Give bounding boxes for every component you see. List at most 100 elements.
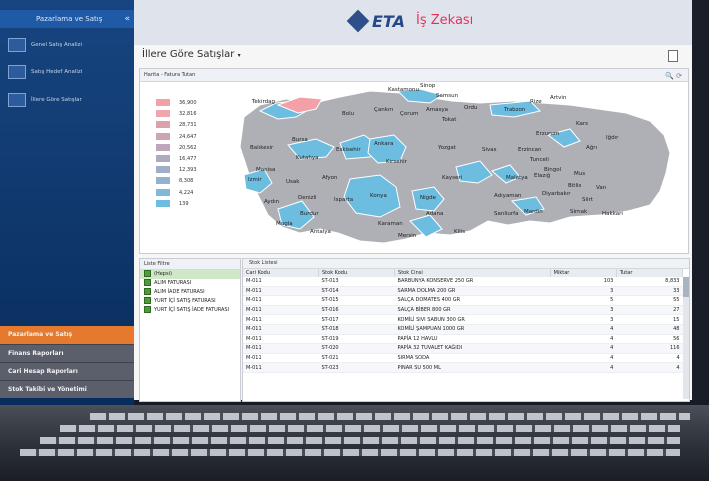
table-scrollbar[interactable] (683, 277, 689, 399)
collapse-icon[interactable]: « (88, 10, 130, 28)
table-cell: KOMİLİ SIVI SABUN 300 GR (394, 314, 551, 325)
legend-value: 32,816 (179, 111, 197, 118)
column-header[interactable]: Cari Kodu (243, 269, 319, 277)
filter-item[interactable]: YURT İÇİ SATIŞ İADE FATURASI (140, 306, 240, 315)
page-title: İllere Göre Satışlar ▾ (142, 49, 241, 60)
province-label: Nigde (420, 195, 437, 201)
table-cell: SALÇA DOMATES 400 GR (394, 295, 551, 306)
section-stok-takibi[interactable]: Stok Takibi ve Yönetimi (0, 380, 134, 398)
checkbox-icon[interactable] (144, 306, 151, 313)
province-label: Balıkesir (250, 145, 274, 151)
table-cell: 116 (616, 343, 683, 354)
province-label: Denizli (298, 195, 317, 201)
legend-swatch (156, 99, 170, 106)
table-row[interactable]: M-011 ST-019 PAPİA 12 HAVLU 4 56 (243, 334, 683, 345)
sidebar-item-illere-gore[interactable]: İllere Göre Satışlar (8, 89, 132, 111)
filter-item[interactable]: ALIM FATURASI (140, 279, 240, 288)
zoom-tools-icon[interactable]: 🔍 ⟳ (661, 70, 682, 82)
table-row[interactable]: M-011 ST-023 PINAR SU 500 ML 4 4 (243, 362, 683, 373)
table-cell: ST-019 (318, 334, 395, 345)
legend-item: 139 (156, 199, 216, 210)
province-label: Kars (576, 121, 589, 127)
table-row[interactable]: M-011 ST-021 SIRMA SODA 4 4 (243, 353, 683, 364)
table-cell: M-011 (243, 334, 319, 345)
province-label: Aydın (264, 199, 280, 205)
title-dropdown-icon[interactable]: ▾ (238, 52, 241, 59)
section-pazarlama[interactable]: Pazarlama ve Satış (0, 326, 134, 344)
legend-value: 20,562 (179, 144, 197, 151)
province-label: Hakkari (602, 211, 623, 217)
province-label: Erzincan (518, 147, 542, 153)
province-label: Bolu (342, 111, 355, 117)
table-cell: M-011 (243, 353, 319, 364)
legend-value: 24,647 (179, 133, 197, 140)
legend-value: 4,224 (179, 189, 194, 196)
table-cell: ST-023 (318, 362, 395, 373)
checkbox-icon[interactable] (144, 279, 151, 286)
checkbox-icon[interactable] (144, 297, 151, 304)
province-label: Kutahya (296, 155, 319, 161)
column-header[interactable]: Stok Cinsi (394, 269, 551, 277)
legend-item: 28,731 (156, 121, 216, 131)
table-row[interactable]: M-011 ST-018 KOMİLİ ŞAMPUAN 1000 GR 4 48 (243, 324, 683, 335)
checkbox-icon[interactable] (144, 288, 151, 295)
column-header[interactable]: Miktar (550, 269, 617, 277)
section-finans[interactable]: Finans Raporları (0, 344, 134, 362)
province-label: Mugla (276, 221, 293, 227)
section-cari-hesap[interactable]: Cari Hesap Raporları (0, 362, 134, 380)
table-cell: M-011 (243, 305, 319, 316)
province-label: Trabzon (504, 107, 526, 113)
table-cell: 27 (616, 305, 683, 316)
sidebar-item-genel-satis[interactable]: Genel Satış Analizi (8, 34, 132, 56)
province-label: Afyon (322, 175, 338, 181)
province-label: Bitlis (568, 183, 582, 189)
table-cell: M-011 (243, 295, 319, 306)
table-cell: 4 (550, 343, 617, 354)
table-cell: PINAR SU 500 ML (394, 362, 551, 373)
legend-swatch (156, 121, 170, 129)
table-cell: 56 (616, 334, 683, 345)
table-cell: M-011 (243, 324, 319, 335)
table-row[interactable]: M-011 ST-020 PAPİA 32 TUVALET KAĞIDI 4 116 (243, 343, 683, 354)
filter-item-all[interactable]: (Hepsi) (140, 270, 240, 279)
legend-value: 12,393 (179, 167, 197, 174)
province-label: Adıyaman (494, 193, 522, 199)
column-header[interactable]: Stok Kodu (318, 269, 396, 277)
legend-value: 28,731 (179, 122, 197, 129)
table-cell: 4 (550, 362, 617, 373)
eta-logo-icon (346, 9, 370, 33)
scrollbar-thumb[interactable] (683, 277, 689, 297)
table-row[interactable]: M-011 ST-015 SALÇA DOMATES 400 GR 5 55 (243, 295, 683, 306)
province-label: Kastamonu (388, 87, 419, 93)
table-row[interactable]: M-011 ST-014 SARMA DOLMA 200 GR 3 33 (243, 286, 683, 297)
filter-item[interactable]: YURT İÇİ SATIŞ FATURASI (140, 297, 240, 306)
province-label: Kırsehir (386, 159, 407, 165)
table-row[interactable]: M-011 ST-016 SALÇA BİBER 800 GR 3 27 (243, 305, 683, 316)
legend-item: 12,393 (156, 166, 216, 176)
province-label: Mus (574, 171, 586, 177)
brand-tagline: İş Zekası (416, 13, 474, 28)
table-cell: PAPİA 32 TUVALET KAĞIDI (394, 343, 551, 354)
province-label: Ordu (464, 105, 478, 111)
table-cell: M-011 (243, 362, 319, 373)
legend-value: 36,900 (179, 100, 197, 106)
table-cell: PAPİA 12 HAVLU (394, 334, 551, 345)
export-icon[interactable] (668, 50, 678, 62)
sidebar-item-satis-hedef[interactable]: Satış Hedef Analizi (8, 61, 132, 83)
table-row[interactable]: M-011 ST-017 KOMİLİ SIVI SABUN 300 GR 3 15 (243, 314, 683, 325)
stock-panel-header: Stok Listesi (243, 259, 689, 269)
table-cell: ST-015 (318, 295, 395, 306)
laptop-bezel-right (692, 0, 709, 405)
filter-item[interactable]: ALIM İADE FATURASI (140, 288, 240, 297)
table-cell: M-011 (243, 343, 319, 354)
province-label: Erzurum (536, 131, 560, 137)
legend-item: 4,224 (156, 188, 216, 199)
province-label: Rize (530, 99, 542, 105)
laptop-keyboard (0, 405, 709, 481)
column-header[interactable]: Tutar (616, 269, 684, 277)
legend-swatch (156, 199, 170, 207)
filter-panel-header: Liste Filtre (140, 259, 240, 270)
legend-swatch (156, 110, 170, 118)
table-row[interactable]: M-011 ST-013 BARBUNYA KONSERVE 250 GR 103 8,… (243, 277, 683, 287)
checkbox-icon[interactable] (144, 270, 151, 277)
